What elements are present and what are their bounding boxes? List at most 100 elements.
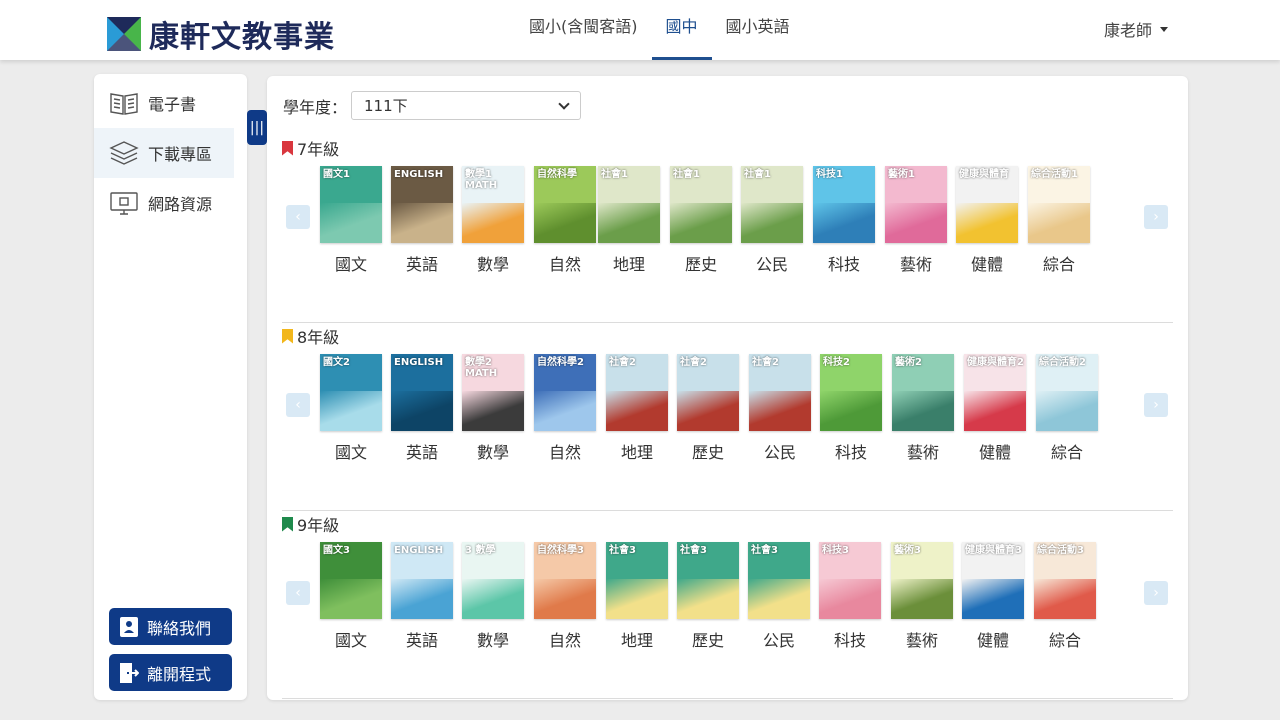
textbook-item[interactable]: 國文3 國文: [320, 542, 382, 651]
textbook-cover[interactable]: 科技2: [820, 354, 882, 431]
contact-us-button[interactable]: 聯絡我們: [109, 608, 232, 645]
chevron-right-icon[interactable]: ›: [1144, 581, 1168, 605]
textbook-item[interactable]: 自然科學 自然: [534, 166, 596, 275]
textbook-label[interactable]: 公民: [749, 439, 811, 463]
textbook-label[interactable]: 歷史: [677, 439, 739, 463]
textbook-label[interactable]: 藝術: [892, 439, 954, 463]
textbook-label[interactable]: 英語: [391, 439, 453, 463]
textbook-cover[interactable]: 社會3: [606, 542, 668, 619]
textbook-cover[interactable]: 健康與體育: [956, 166, 1018, 243]
textbook-item[interactable]: 藝術1 藝術: [885, 166, 947, 275]
textbook-cover[interactable]: ENGLISH: [391, 166, 453, 243]
textbook-cover[interactable]: 社會3: [677, 542, 739, 619]
textbook-cover[interactable]: 社會2: [677, 354, 739, 431]
textbook-cover[interactable]: 社會2: [606, 354, 668, 431]
textbook-cover[interactable]: 國文3: [320, 542, 382, 619]
textbook-item[interactable]: 藝術2 藝術: [892, 354, 954, 463]
textbook-label[interactable]: 藝術: [891, 627, 953, 651]
textbook-label[interactable]: 自然: [534, 627, 596, 651]
nav-tab-elementary-english[interactable]: 國小英語: [712, 0, 804, 60]
textbook-cover[interactable]: 綜合活動3: [1034, 542, 1096, 619]
textbook-cover[interactable]: ENGLISH: [391, 354, 453, 431]
textbook-item[interactable]: 數學2 MATH 數學: [462, 354, 524, 463]
textbook-label[interactable]: 數學: [462, 251, 524, 275]
textbook-item[interactable]: 社會1 公民: [741, 166, 803, 275]
textbook-item[interactable]: 健康與體育 健體: [956, 166, 1018, 275]
textbook-item[interactable]: 綜合活動3 綜合: [1034, 542, 1096, 651]
exit-app-button[interactable]: 離開程式: [109, 654, 232, 691]
user-menu[interactable]: 康老師: [1104, 17, 1169, 41]
textbook-cover[interactable]: 社會1: [741, 166, 803, 243]
textbook-cover[interactable]: ENGLISH: [391, 542, 453, 619]
textbook-label[interactable]: 地理: [606, 439, 668, 463]
textbook-label[interactable]: 歷史: [677, 627, 739, 651]
textbook-label[interactable]: 健體: [962, 627, 1024, 651]
textbook-item[interactable]: 綜合活動1 綜合: [1028, 166, 1090, 275]
textbook-cover[interactable]: 藝術1: [885, 166, 947, 243]
textbook-item[interactable]: 社會2 地理: [606, 354, 668, 463]
textbook-label[interactable]: 綜合: [1034, 627, 1096, 651]
textbook-cover[interactable]: 科技3: [819, 542, 881, 619]
textbook-label[interactable]: 歷史: [670, 251, 732, 275]
textbook-cover[interactable]: 社會1: [670, 166, 732, 243]
textbook-label[interactable]: 健體: [964, 439, 1026, 463]
textbook-cover[interactable]: 數學1 MATH: [462, 166, 524, 243]
textbook-item[interactable]: 社會1 地理: [598, 166, 660, 275]
textbook-item[interactable]: 綜合活動2 綜合: [1036, 354, 1098, 463]
textbook-cover[interactable]: 自然科學2: [534, 354, 596, 431]
textbook-label[interactable]: 健體: [956, 251, 1018, 275]
textbook-item[interactable]: 社會2 公民: [749, 354, 811, 463]
textbook-label[interactable]: 公民: [741, 251, 803, 275]
nav-tab-elementary[interactable]: 國小(含閩客語): [515, 0, 652, 60]
textbook-item[interactable]: 科技2 科技: [820, 354, 882, 463]
textbook-item[interactable]: 國文2 國文: [320, 354, 382, 463]
textbook-cover[interactable]: 國文2: [320, 354, 382, 431]
textbook-cover[interactable]: 3 數學: [462, 542, 524, 619]
textbook-item[interactable]: 社會3 地理: [606, 542, 668, 651]
textbook-item[interactable]: 社會3 公民: [748, 542, 810, 651]
textbook-label[interactable]: 科技: [819, 627, 881, 651]
textbook-item[interactable]: 數學1 MATH 數學: [462, 166, 524, 275]
textbook-label[interactable]: 數學: [462, 439, 524, 463]
chevron-right-icon[interactable]: ›: [1144, 393, 1168, 417]
textbook-label[interactable]: 自然: [534, 251, 596, 275]
textbook-cover[interactable]: 健康與體育3: [962, 542, 1024, 619]
textbook-item[interactable]: ENGLISH 英語: [391, 166, 453, 275]
textbook-label[interactable]: 英語: [391, 627, 453, 651]
textbook-item[interactable]: 科技3 科技: [819, 542, 881, 651]
textbook-cover[interactable]: 藝術2: [892, 354, 954, 431]
textbook-item[interactable]: 3 數學數學: [462, 542, 524, 651]
textbook-item[interactable]: 社會3 歷史: [677, 542, 739, 651]
sidebar-item-download[interactable]: 下載專區: [94, 128, 234, 178]
textbook-item[interactable]: ENGLISH 英語: [391, 542, 453, 651]
textbook-label[interactable]: 國文: [320, 627, 382, 651]
textbook-item[interactable]: 健康與體育2 健體: [964, 354, 1026, 463]
textbook-label[interactable]: 國文: [320, 439, 382, 463]
school-year-select[interactable]: 111下: [351, 91, 582, 120]
chevron-left-icon[interactable]: ‹: [286, 205, 310, 229]
textbook-item[interactable]: 社會2 歷史: [677, 354, 739, 463]
textbook-cover[interactable]: 數學2 MATH: [462, 354, 524, 431]
textbook-item[interactable]: 藝術3 藝術: [891, 542, 953, 651]
textbook-cover[interactable]: 國文1: [320, 166, 382, 243]
textbook-item[interactable]: 健康與體育3 健體: [962, 542, 1024, 651]
textbook-cover[interactable]: 綜合活動2: [1036, 354, 1098, 431]
textbook-label[interactable]: 數學: [462, 627, 524, 651]
chevron-left-icon[interactable]: ‹: [286, 581, 310, 605]
textbook-label[interactable]: 英語: [391, 251, 453, 275]
textbook-label[interactable]: 科技: [813, 251, 875, 275]
sidebar-item-ebook[interactable]: 電子書: [94, 78, 234, 128]
textbook-label[interactable]: 藝術: [885, 251, 947, 275]
textbook-cover[interactable]: 社會3: [748, 542, 810, 619]
textbook-label[interactable]: 科技: [820, 439, 882, 463]
textbook-label[interactable]: 綜合: [1036, 439, 1098, 463]
textbook-label[interactable]: 國文: [320, 251, 382, 275]
textbook-cover[interactable]: 藝術3: [891, 542, 953, 619]
textbook-cover[interactable]: 社會1: [598, 166, 660, 243]
textbook-item[interactable]: 國文1 國文: [320, 166, 382, 275]
textbook-cover[interactable]: 科技1: [813, 166, 875, 243]
textbook-cover[interactable]: 綜合活動1: [1028, 166, 1090, 243]
textbook-item[interactable]: 自然科學3 自然: [534, 542, 596, 651]
textbook-label[interactable]: 自然: [534, 439, 596, 463]
textbook-label[interactable]: 地理: [598, 251, 660, 275]
